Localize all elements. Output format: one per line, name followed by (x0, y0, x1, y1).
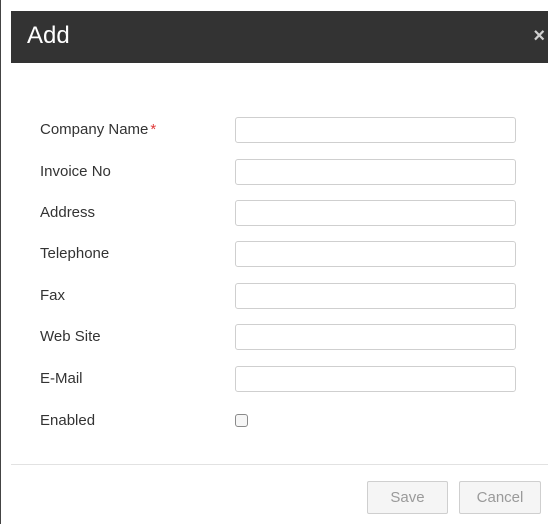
address-label: Address (40, 204, 96, 221)
invoice-no-label: Invoice No (40, 163, 111, 180)
web-site-label: Web Site (40, 328, 101, 345)
enabled-label: Enabled (40, 412, 96, 429)
cancel-button[interactable]: Cancel (459, 481, 541, 514)
address-input[interactable] (235, 200, 516, 226)
web-site-input[interactable] (235, 324, 516, 350)
invoice-no-input[interactable] (235, 159, 516, 185)
footer-divider (11, 464, 548, 465)
required-indicator: * (150, 121, 157, 138)
save-button[interactable]: Save (367, 481, 448, 514)
add-dialog: Add × Company Name * Invoice No Address T… (0, 0, 548, 524)
fax-label: Fax (40, 287, 66, 304)
telephone-label: Telephone (40, 245, 110, 262)
email-label: E-Mail (40, 370, 83, 387)
company-name-input[interactable] (235, 117, 516, 143)
dialog-title: Add (27, 22, 70, 49)
close-icon[interactable]: × (533, 24, 545, 48)
telephone-input[interactable] (235, 241, 516, 267)
fax-input[interactable] (235, 283, 516, 309)
dialog-titlebar: Add × (11, 11, 548, 63)
company-name-label: Company Name * (40, 121, 157, 138)
email-input[interactable] (235, 366, 516, 392)
enabled-checkbox[interactable] (235, 414, 248, 427)
